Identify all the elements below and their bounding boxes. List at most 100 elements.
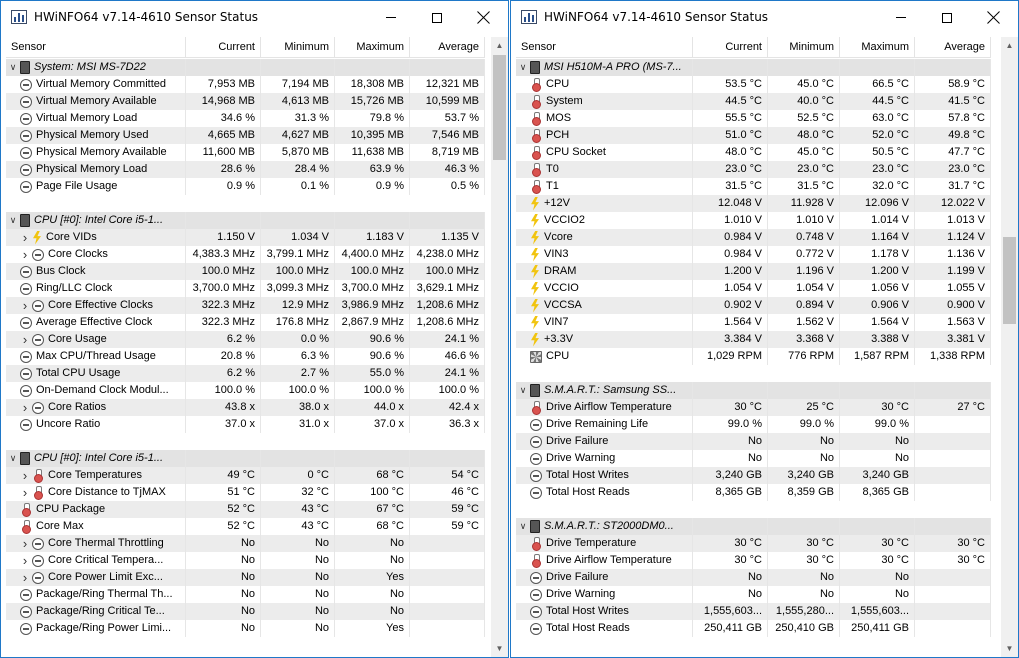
sensor-row[interactable]: › Core Thermal Throttling No No No [6, 535, 485, 552]
sensor-row[interactable]: Total Host Reads 8,365 GB 8,359 GB 8,365 GB [516, 484, 991, 501]
sensor-row[interactable]: Physical Memory Available 11,600 MB 5,870 … [6, 144, 485, 161]
vertical-scrollbar[interactable]: ▲ ▼ [491, 37, 508, 657]
sensor-row[interactable]: T0 23.0 °C 23.0 °C 23.0 °C 23.0 °C [516, 161, 991, 178]
expand-chevron-icon[interactable]: › [18, 246, 32, 263]
expand-chevron-icon[interactable]: › [18, 484, 32, 501]
column-header-minimum[interactable]: Minimum [768, 37, 840, 57]
sensor-row[interactable]: T1 31.5 °C 31.5 °C 32.0 °C 31.7 °C [516, 178, 991, 195]
sensor-row[interactable]: Package/Ring Thermal Th... No No No [6, 586, 485, 603]
sensor-row[interactable]: Page File Usage 0.9 % 0.1 % 0.9 % 0.5 % [6, 178, 485, 195]
sensor-row[interactable]: Vcore 0.984 V 0.748 V 1.164 V 1.124 V [516, 229, 991, 246]
sensor-row[interactable]: VCCSA 0.902 V 0.894 V 0.906 V 0.900 V [516, 297, 991, 314]
scroll-down-icon[interactable]: ▼ [491, 640, 508, 657]
sensor-group-header[interactable]: ∨ CPU [#0]: Intel Core i5-1... [6, 450, 485, 467]
expand-chevron-icon[interactable]: › [18, 297, 32, 314]
sensor-row[interactable]: Drive Temperature 30 °C 30 °C 30 °C 30 °C [516, 535, 991, 552]
sensor-group-header[interactable]: ∨ CPU [#0]: Intel Core i5-1... [6, 212, 485, 229]
sensor-group-header[interactable]: ∨ MSI H510M-A PRO (MS-7... [516, 59, 991, 76]
sensor-row[interactable]: Total Host Writes 1,555,603... 1,555,280..… [516, 603, 991, 620]
sensor-row[interactable]: CPU 53.5 °C 45.0 °C 66.5 °C 58.9 °C [516, 76, 991, 93]
scroll-down-icon[interactable]: ▼ [1001, 640, 1018, 657]
sensor-row[interactable]: › Core Usage 6.2 % 0.0 % 90.6 % 24.1 % [6, 331, 485, 348]
collapse-chevron-icon[interactable]: ∨ [6, 212, 20, 229]
sensor-row[interactable]: PCH 51.0 °C 48.0 °C 52.0 °C 49.8 °C [516, 127, 991, 144]
sensor-group-header[interactable]: ∨ S.M.A.R.T.: ST2000DM0... [516, 518, 991, 535]
sensor-row[interactable]: Total CPU Usage 6.2 % 2.7 % 55.0 % 24.1 % [6, 365, 485, 382]
expand-chevron-icon[interactable]: › [18, 569, 32, 586]
sensor-row[interactable]: Bus Clock 100.0 MHz 100.0 MHz 100.0 MHz 100.… [6, 263, 485, 280]
sensor-row[interactable]: VIN7 1.564 V 1.562 V 1.564 V 1.563 V [516, 314, 991, 331]
collapse-chevron-icon[interactable]: ∨ [516, 59, 530, 76]
expand-chevron-icon[interactable]: › [18, 331, 32, 348]
expand-chevron-icon[interactable]: › [18, 229, 32, 246]
hwinfo-app-icon[interactable] [521, 10, 537, 24]
sensor-row[interactable]: Drive Warning No No No [516, 586, 991, 603]
sensor-row[interactable]: Virtual Memory Load 34.6 % 31.3 % 79.8 % 53.… [6, 110, 485, 127]
sensor-row[interactable]: On-Demand Clock Modul... 100.0 % 100.0 % 10… [6, 382, 485, 399]
expand-chevron-icon[interactable]: › [18, 535, 32, 552]
minimize-button[interactable] [368, 1, 414, 34]
sensor-row[interactable]: Physical Memory Load 28.6 % 28.4 % 63.9 % 46… [6, 161, 485, 178]
scrollbar-thumb[interactable] [493, 55, 506, 160]
column-header-sensor[interactable]: Sensor [6, 37, 186, 57]
column-header-maximum[interactable]: Maximum [840, 37, 915, 57]
collapse-chevron-icon[interactable]: ∨ [516, 382, 530, 399]
sensor-row[interactable]: VCCIO 1.054 V 1.054 V 1.056 V 1.055 V [516, 280, 991, 297]
sensor-row[interactable]: MOS 55.5 °C 52.5 °C 63.0 °C 57.8 °C [516, 110, 991, 127]
sensor-row[interactable]: Uncore Ratio 37.0 x 31.0 x 37.0 x 36.3 x [6, 416, 485, 433]
sensor-row[interactable]: Virtual Memory Committed 7,953 MB 7,194 MB… [6, 76, 485, 93]
sensor-row[interactable]: › Core Effective Clocks 322.3 MHz 12.9 MHz 3… [6, 297, 485, 314]
sensor-row[interactable]: › Core Clocks 4,383.3 MHz 3,799.1 MHz 4,400.… [6, 246, 485, 263]
column-header-minimum[interactable]: Minimum [261, 37, 335, 57]
sensor-row[interactable]: Physical Memory Used 4,665 MB 4,627 MB 10,3… [6, 127, 485, 144]
scroll-up-icon[interactable]: ▲ [1001, 37, 1018, 54]
sensor-row[interactable]: CPU Socket 48.0 °C 45.0 °C 50.5 °C 47.7 °C [516, 144, 991, 161]
collapse-chevron-icon[interactable]: ∨ [6, 59, 20, 76]
sensor-row[interactable]: Package/Ring Power Limi... No No Yes [6, 620, 485, 637]
column-header-sensor[interactable]: Sensor [516, 37, 693, 57]
sensor-group-header[interactable]: ∨ S.M.A.R.T.: Samsung SS... [516, 382, 991, 399]
sensor-row[interactable]: › Core Temperatures 49 °C 0 °C 68 °C 54 °C [6, 467, 485, 484]
maximize-button[interactable] [414, 1, 460, 34]
sensor-row[interactable]: Drive Airflow Temperature 30 °C 25 °C 30 °C… [516, 399, 991, 416]
sensor-row[interactable]: Drive Airflow Temperature 30 °C 30 °C 30 °C… [516, 552, 991, 569]
sensor-row[interactable]: Drive Remaining Life 99.0 % 99.0 % 99.0 % [516, 416, 991, 433]
sensor-row[interactable]: › Core Ratios 43.8 x 38.0 x 44.0 x 42.4 x [6, 399, 485, 416]
sensor-row[interactable]: › Core Critical Tempera... No No No [6, 552, 485, 569]
hwinfo-app-icon[interactable] [11, 10, 27, 24]
sensor-row[interactable]: › Core VIDs 1.150 V 1.034 V 1.183 V 1.135 V [6, 229, 485, 246]
minimize-button[interactable] [878, 1, 924, 34]
collapse-chevron-icon[interactable]: ∨ [6, 450, 20, 467]
sensor-row[interactable]: +12V 12.048 V 11.928 V 12.096 V 12.022 V [516, 195, 991, 212]
column-header-average[interactable]: Average [410, 37, 485, 57]
title-bar[interactable]: HWiNFO64 v7.14-4610 Sensor Status [1, 1, 508, 34]
sensor-row[interactable]: Max CPU/Thread Usage 20.8 % 6.3 % 90.6 % 46.… [6, 348, 485, 365]
column-header-current[interactable]: Current [186, 37, 261, 57]
scroll-up-icon[interactable]: ▲ [491, 37, 508, 54]
sensor-row[interactable]: +3.3V 3.384 V 3.368 V 3.388 V 3.381 V [516, 331, 991, 348]
collapse-chevron-icon[interactable]: ∨ [516, 518, 530, 535]
column-header-maximum[interactable]: Maximum [335, 37, 410, 57]
close-button[interactable] [460, 1, 506, 34]
sensor-row[interactable]: Core Max 52 °C 43 °C 68 °C 59 °C [6, 518, 485, 535]
column-header-average[interactable]: Average [915, 37, 991, 57]
expand-chevron-icon[interactable]: › [18, 552, 32, 569]
sensor-row[interactable]: Package/Ring Critical Te... No No No [6, 603, 485, 620]
sensor-group-header[interactable]: ∨ System: MSI MS-7D22 [6, 59, 485, 76]
sensor-row[interactable]: Drive Failure No No No [516, 569, 991, 586]
title-bar[interactable]: HWiNFO64 v7.14-4610 Sensor Status [511, 1, 1018, 34]
scrollbar-thumb[interactable] [1003, 237, 1016, 324]
sensor-row[interactable]: System 44.5 °C 40.0 °C 44.5 °C 41.5 °C [516, 93, 991, 110]
sensor-row[interactable]: Drive Failure No No No [516, 433, 991, 450]
column-header-current[interactable]: Current [693, 37, 768, 57]
sensor-row[interactable]: Total Host Writes 3,240 GB 3,240 GB 3,240 G… [516, 467, 991, 484]
expand-chevron-icon[interactable]: › [18, 467, 32, 484]
maximize-button[interactable] [924, 1, 970, 34]
vertical-scrollbar[interactable]: ▲ ▼ [1001, 37, 1018, 657]
sensor-row[interactable]: › Core Distance to TjMAX 51 °C 32 °C 100 °C 4… [6, 484, 485, 501]
sensor-row[interactable]: CPU Package 52 °C 43 °C 67 °C 59 °C [6, 501, 485, 518]
sensor-row[interactable]: CPU 1,029 RPM 776 RPM 1,587 RPM 1,338 RPM [516, 348, 991, 365]
sensor-row[interactable]: VIN3 0.984 V 0.772 V 1.178 V 1.136 V [516, 246, 991, 263]
close-button[interactable] [970, 1, 1016, 34]
sensor-row[interactable]: Total Host Reads 250,411 GB 250,410 GB 250,… [516, 620, 991, 637]
